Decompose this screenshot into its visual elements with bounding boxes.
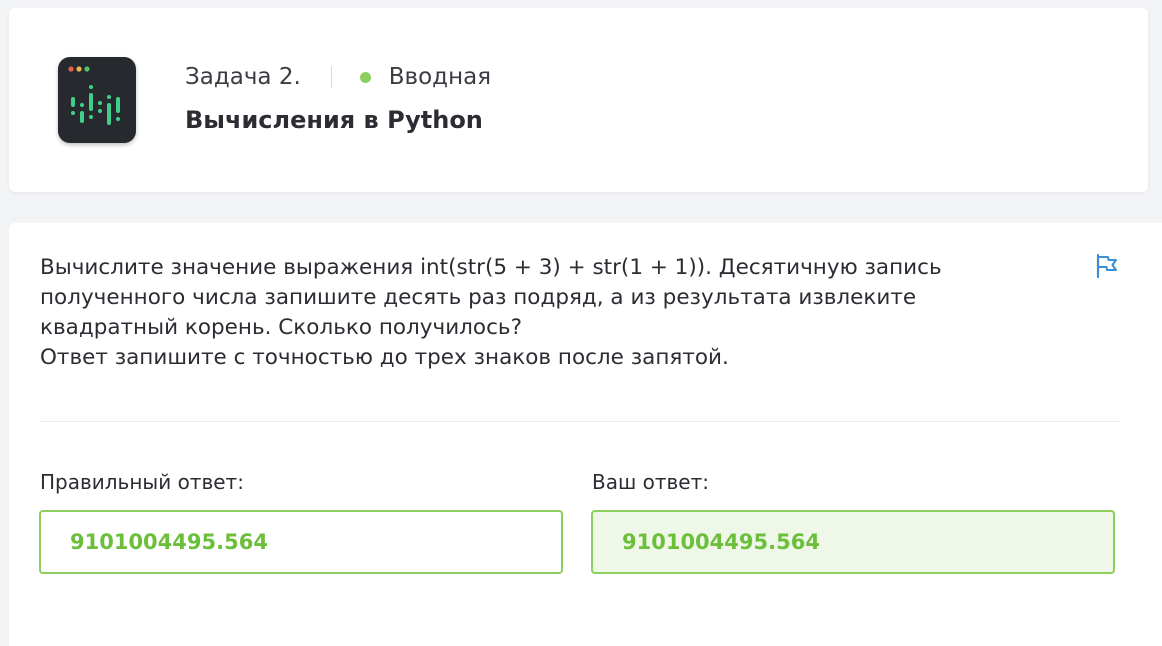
correct-answer-label: Правильный ответ:	[40, 470, 244, 494]
question-text: Вычислите значение выражения int(str(5 +…	[40, 253, 1050, 373]
user-answer-value: 9101004495.564	[622, 530, 820, 554]
user-answer-field: 9101004495.564	[591, 510, 1115, 574]
difficulty-dot-icon	[359, 71, 371, 83]
section-divider	[40, 421, 1120, 422]
user-answer-label: Ваш ответ:	[592, 470, 710, 494]
task-header-card: Задача 2. Вводная Вычисления в Python	[9, 8, 1148, 192]
python-terminal-icon	[58, 57, 136, 143]
question-line: Ответ запишите с точностью до трех знако…	[40, 345, 729, 370]
question-line: Вычислите значение выражения int(str(5 +…	[40, 255, 942, 280]
task-number: Задача 2.	[185, 64, 301, 90]
report-flag-button[interactable]	[1093, 252, 1121, 280]
correct-answer-value: 9101004495.564	[70, 530, 268, 554]
difficulty-label: Вводная	[388, 64, 492, 90]
task-title: Вычисления в Python	[185, 106, 483, 134]
meta-divider	[330, 66, 332, 88]
task-content-card: Вычислите значение выражения int(str(5 +…	[9, 223, 1162, 646]
correct-answer-field: 9101004495.564	[39, 510, 563, 574]
flag-icon	[1096, 253, 1117, 279]
question-line: квадратный корень. Сколько получилось?	[40, 315, 522, 340]
task-meta: Задача 2. Вводная	[185, 60, 491, 94]
question-line: полученного числа запишите десять раз по…	[40, 285, 917, 310]
